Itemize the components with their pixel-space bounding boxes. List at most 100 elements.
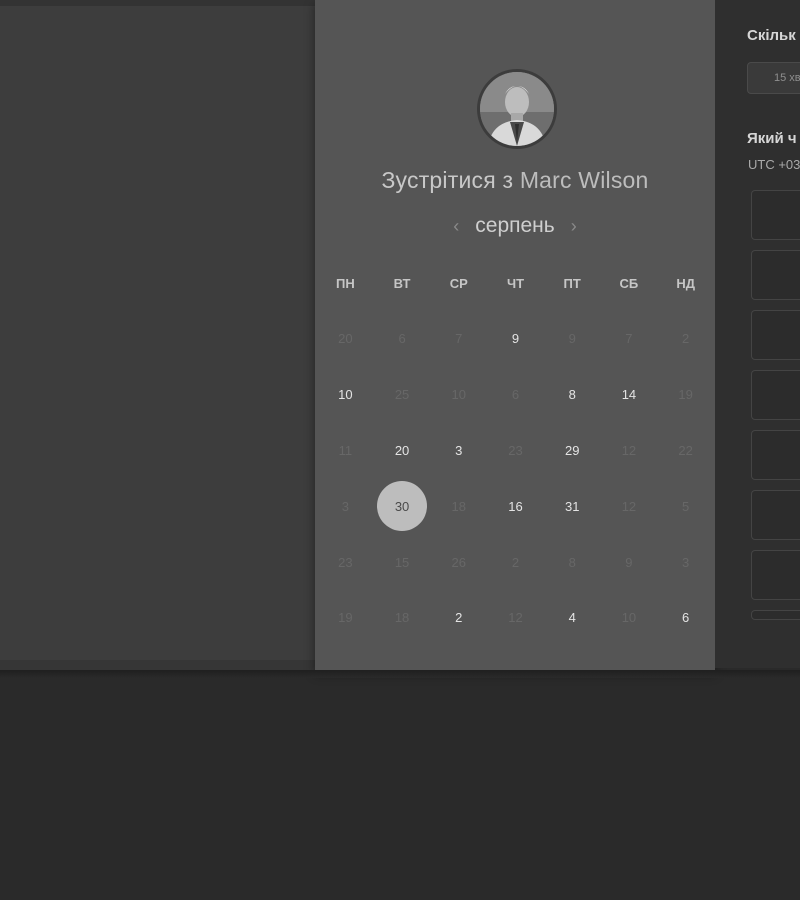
calendar-day-number: 22 xyxy=(678,442,693,458)
time-slot[interactable] xyxy=(751,310,800,360)
calendar-day-available[interactable]: 8 xyxy=(544,367,601,423)
calendar-day-number: 3 xyxy=(455,442,463,458)
calendar-day-available[interactable]: 29 xyxy=(544,423,601,479)
calendar-day-number: 25 xyxy=(394,387,410,403)
calendar-day-number: 12 xyxy=(508,610,523,626)
calendar-day-unavailable: 3 xyxy=(317,478,374,534)
calendar-day-unavailable: 5 xyxy=(657,478,714,534)
calendar-day-number: 26 xyxy=(451,554,467,570)
chevron-right-icon[interactable]: › xyxy=(561,216,587,237)
host-photo-icon xyxy=(480,72,554,146)
weekday-label: ПН xyxy=(335,276,355,291)
calendar-day-unavailable: 26 xyxy=(430,534,487,590)
calendar-day-number: 31 xyxy=(564,498,580,514)
chevron-left-icon[interactable]: ‹ xyxy=(443,216,469,237)
calendar-day-number: 11 xyxy=(338,442,353,458)
host-name: Marc Wilson xyxy=(519,167,649,193)
calendar-day-unavailable: 18 xyxy=(430,478,487,534)
calendar-day-available[interactable]: 3 xyxy=(430,423,487,479)
calendar-day-unavailable: 25 xyxy=(374,367,431,423)
time-slot[interactable] xyxy=(751,250,800,300)
weekday-label: ПТ xyxy=(563,276,581,291)
calendar-day-unavailable: 22 xyxy=(657,423,714,479)
calendar-day-available[interactable]: 14 xyxy=(601,367,658,423)
calendar-day-number: 10 xyxy=(338,387,353,403)
calendar-day-number: 3 xyxy=(682,554,690,570)
calendar-day-unavailable: 3 xyxy=(657,534,714,590)
weekday-label: ВТ xyxy=(393,276,411,291)
calendar-day-number: 14 xyxy=(621,387,637,403)
calendar-day-unavailable: 18 xyxy=(374,590,431,646)
calendar-day-available[interactable]: 20 xyxy=(374,423,431,479)
calendar-day-available[interactable]: 4 xyxy=(544,590,601,646)
calendar-grid: 20 6 7 9 9 7 2 10 25 10 6 8 14 19 11 20 3 23 29 12 22 3 30 18 16… xyxy=(317,311,714,646)
calendar-day-number: 2 xyxy=(682,331,690,347)
calendar-day-number: 7 xyxy=(625,331,633,347)
time-slot[interactable] xyxy=(751,490,800,540)
calendar-day-number: 9 xyxy=(625,554,633,570)
time-label: Який ч xyxy=(747,130,797,147)
calendar-day-number: 23 xyxy=(508,442,523,458)
calendar-day-unavailable: 12 xyxy=(601,478,658,534)
calendar-day-number: 9 xyxy=(568,331,576,347)
calendar-day-number: 7 xyxy=(455,331,463,347)
calendar-day-unavailable: 6 xyxy=(487,367,544,423)
calendar-day-unavailable: 2 xyxy=(487,534,544,590)
meeting-title-prefix: Зустрітися з xyxy=(381,167,514,193)
calendar-day-unavailable: 9 xyxy=(601,534,658,590)
calendar-day-unavailable: 12 xyxy=(601,423,658,479)
calendar-day-number: 5 xyxy=(682,498,690,514)
time-slot[interactable] xyxy=(751,430,800,480)
calendar-day-number: 9 xyxy=(511,331,520,347)
calendar-day-number: 6 xyxy=(511,387,520,403)
time-slot[interactable] xyxy=(751,610,800,620)
calendar-day-unavailable: 10 xyxy=(430,367,487,423)
calendar-day-number: 18 xyxy=(451,498,467,514)
time-slot[interactable] xyxy=(751,550,800,600)
calendar-day-number: 2 xyxy=(511,554,520,570)
calendar-day-number: 29 xyxy=(564,442,580,458)
calendar-day-number: 12 xyxy=(621,498,637,514)
calendar-day-number: 23 xyxy=(338,554,353,570)
calendar-day-number: 30 xyxy=(377,481,428,532)
calendar-day-unavailable: 11 xyxy=(317,423,374,479)
calendar-day-number: 19 xyxy=(338,610,353,626)
calendar-day-unavailable: 10 xyxy=(601,590,658,646)
month-navigation: ‹ серпень › xyxy=(315,214,715,238)
calendar-day-unavailable: 20 xyxy=(317,311,374,367)
calendar-day-number: 10 xyxy=(621,610,637,626)
calendar-day-available[interactable]: 6 xyxy=(657,590,714,646)
calendar-day-unavailable: 7 xyxy=(601,311,658,367)
calendar-day-unavailable: 8 xyxy=(544,534,601,590)
calendar-day-number: 19 xyxy=(678,387,693,403)
weekday-label: НД xyxy=(676,276,695,291)
calendar-day-number: 8 xyxy=(568,387,576,403)
timezone-label[interactable]: UTC +03 xyxy=(748,157,800,172)
calendar-day-selected[interactable]: 30 xyxy=(374,478,431,534)
calendar-day-available[interactable]: 2 xyxy=(430,590,487,646)
meeting-title: Зустрітися з Marc Wilson xyxy=(315,167,715,194)
calendar-day-number: 20 xyxy=(394,442,410,458)
booking-panel: Скільк 15 хв Який ч UTC +03 xyxy=(715,0,800,668)
calendar-day-number: 2 xyxy=(455,610,463,626)
app-viewport: Зустрітися з Marc Wilson ‹ серпень › ПН В… xyxy=(0,0,800,900)
calendar-day-number: 8 xyxy=(568,554,576,570)
calendar-day-unavailable: 19 xyxy=(317,590,374,646)
weekday-label: ЧТ xyxy=(506,276,525,291)
calendar-day-number: 3 xyxy=(341,498,349,514)
calendar-day-unavailable: 23 xyxy=(487,423,544,479)
scheduler-card: Зустрітися з Marc Wilson ‹ серпень › ПН В… xyxy=(315,0,715,670)
month-label: серпень xyxy=(475,214,555,237)
calendar-day-unavailable: 9 xyxy=(544,311,601,367)
calendar-day-available[interactable]: 10 xyxy=(317,367,374,423)
duration-select[interactable]: 15 хв xyxy=(747,62,800,94)
weekday-label: СБ xyxy=(619,276,639,291)
time-slot[interactable] xyxy=(751,370,800,420)
calendar-day-unavailable: 12 xyxy=(487,590,544,646)
calendar-day-available[interactable]: 31 xyxy=(544,478,601,534)
time-slot[interactable] xyxy=(751,190,800,240)
calendar-day-unavailable: 23 xyxy=(317,534,374,590)
calendar-day-available[interactable]: 16 xyxy=(487,478,544,534)
calendar-day-available[interactable]: 9 xyxy=(487,311,544,367)
calendar-day-number: 12 xyxy=(621,442,637,458)
